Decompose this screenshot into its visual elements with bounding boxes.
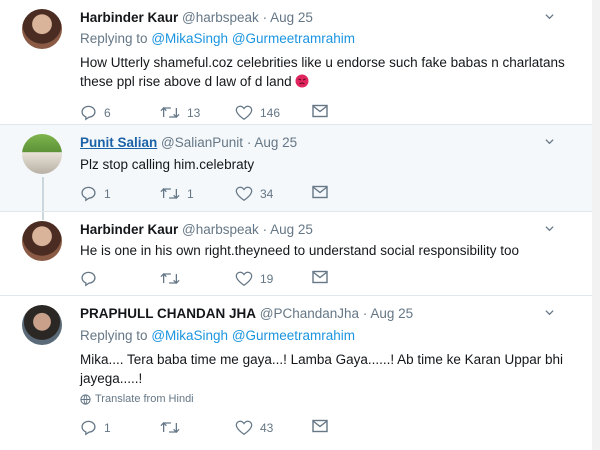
- tweet-text: He is one in his own right.theyneed to u…: [80, 241, 580, 260]
- message-button[interactable]: [312, 270, 328, 284]
- tweet[interactable]: Harbinder Kaur @harbspeak · Aug 25 He is…: [0, 212, 592, 296]
- mention-link[interactable]: @MikaSingh: [151, 328, 228, 343]
- envelope-icon: [312, 104, 328, 118]
- tweet-text: Mika.... Tera baba time me gaya...! Lamb…: [80, 350, 580, 388]
- replying-to: Replying to @MikaSingh @Gurmeetramrahim: [80, 328, 355, 343]
- tweet-actions: 6 13 146: [80, 104, 340, 124]
- mention-link[interactable]: @MikaSingh: [151, 31, 228, 46]
- retweet-icon: [160, 422, 180, 433]
- chevron-down-icon[interactable]: [545, 308, 554, 317]
- tweet-actions: 1 1 34: [80, 185, 340, 205]
- chevron-down-icon[interactable]: [545, 224, 554, 233]
- thread-line: [42, 177, 44, 211]
- message-button[interactable]: [312, 104, 328, 118]
- translate-label[interactable]: Translate from Hindi: [95, 393, 194, 405]
- author-handle[interactable]: @PChandanJha: [260, 306, 359, 321]
- translate-link[interactable]: Translate from Hindi: [80, 393, 194, 405]
- author-handle[interactable]: @harbspeak: [182, 222, 259, 237]
- reply-button[interactable]: 6: [80, 104, 111, 121]
- retweet-button[interactable]: 1: [160, 185, 194, 202]
- like-count: 34: [260, 186, 274, 201]
- tweet-text: How Utterly shameful.coz celebrities lik…: [80, 53, 580, 91]
- retweet-button[interactable]: [160, 419, 187, 436]
- retweet-button[interactable]: [160, 270, 187, 287]
- tweet-header: Punit Salian @SalianPunit · Aug 25: [80, 135, 297, 150]
- reply-icon: [81, 186, 96, 202]
- tweet-date[interactable]: · Aug 25: [363, 306, 413, 321]
- tweet-date[interactable]: · Aug 25: [247, 135, 297, 150]
- tweet-text-line: Plz stop calling him.celebraty: [80, 157, 255, 172]
- mention-link[interactable]: @Gurmeetramrahim: [232, 328, 355, 343]
- chevron-down-icon[interactable]: [545, 137, 554, 146]
- heart-icon: [235, 105, 253, 121]
- author-handle[interactable]: @SalianPunit: [161, 135, 243, 150]
- tweet-text-line: these ppl rise above d law of d land: [80, 72, 580, 91]
- envelope-icon: [312, 270, 328, 284]
- avatar[interactable]: [22, 134, 62, 174]
- like-button[interactable]: 43: [235, 419, 273, 436]
- reply-button[interactable]: [80, 270, 104, 287]
- author-name[interactable]: Harbinder Kaur: [80, 222, 178, 237]
- retweet-count: 13: [187, 105, 201, 120]
- angry-face-icon: [295, 74, 309, 88]
- retweet-icon: [160, 273, 180, 284]
- tweet-actions: 19: [80, 270, 340, 290]
- replying-to: Replying to @MikaSingh @Gurmeetramrahim: [80, 31, 355, 46]
- message-button[interactable]: [312, 419, 328, 433]
- tweet[interactable]: PRAPHULL CHANDAN JHA @PChandanJha · Aug …: [0, 296, 592, 450]
- reply-count: 1: [104, 420, 111, 435]
- retweet-button[interactable]: 13: [160, 104, 200, 121]
- tweet-text: Plz stop calling him.celebraty: [80, 155, 580, 174]
- author-handle[interactable]: @harbspeak: [182, 10, 259, 25]
- chevron-down-icon[interactable]: [545, 12, 554, 21]
- like-count: 146: [260, 105, 281, 120]
- like-button[interactable]: 146: [235, 104, 280, 121]
- thread-line: [42, 212, 44, 220]
- reply-icon: [81, 271, 96, 287]
- tweet[interactable]: Harbinder Kaur @harbspeak · Aug 25 Reply…: [0, 0, 592, 125]
- tweet-text-line: Mika.... Tera baba time me gaya...! Lamb…: [80, 352, 563, 367]
- tweet-header: Harbinder Kaur @harbspeak · Aug 25: [80, 222, 313, 237]
- avatar[interactable]: [22, 221, 62, 261]
- envelope-icon: [312, 185, 328, 199]
- tweet-text-line: How Utterly shameful.coz celebrities lik…: [80, 55, 565, 70]
- like-button[interactable]: 19: [235, 270, 273, 287]
- replying-prefix: Replying to: [80, 31, 148, 46]
- author-name[interactable]: Punit Salian: [80, 135, 157, 150]
- avatar[interactable]: [22, 305, 62, 345]
- heart-icon: [235, 420, 253, 436]
- like-count: 43: [260, 420, 274, 435]
- like-button[interactable]: 34: [235, 185, 273, 202]
- retweet-count: 1: [187, 186, 194, 201]
- tweet[interactable]: Punit Salian @SalianPunit · Aug 25 Plz s…: [0, 125, 592, 211]
- mention-link[interactable]: @Gurmeetramrahim: [232, 31, 355, 46]
- tweet-actions: 1 43: [80, 419, 340, 439]
- tweet-date[interactable]: · Aug 25: [263, 222, 313, 237]
- tweet-date[interactable]: · Aug 25: [263, 10, 313, 25]
- message-button[interactable]: [312, 185, 328, 199]
- heart-icon: [235, 271, 253, 287]
- replying-prefix: Replying to: [80, 328, 148, 343]
- author-name[interactable]: Harbinder Kaur: [80, 10, 178, 25]
- retweet-icon: [160, 188, 180, 199]
- reply-icon: [81, 420, 96, 436]
- avatar[interactable]: [22, 9, 62, 49]
- envelope-icon: [312, 419, 328, 433]
- globe-icon: [80, 393, 91, 405]
- retweet-icon: [160, 107, 180, 118]
- reply-button[interactable]: 1: [80, 419, 111, 436]
- reply-count: 1: [104, 186, 111, 201]
- reply-button[interactable]: 1: [80, 185, 111, 202]
- scroll-edge: [592, 0, 600, 450]
- tweet-text-line: He is one in his own right.theyneed to u…: [80, 243, 520, 258]
- tweet-text-line: jayega.....!: [80, 371, 143, 386]
- tweet-header: PRAPHULL CHANDAN JHA @PChandanJha · Aug …: [80, 306, 413, 321]
- reply-count: 6: [104, 105, 111, 120]
- heart-icon: [235, 186, 253, 202]
- author-name[interactable]: PRAPHULL CHANDAN JHA: [80, 306, 256, 321]
- tweet-header: Harbinder Kaur @harbspeak · Aug 25: [80, 10, 313, 25]
- reply-icon: [81, 105, 96, 121]
- like-count: 19: [260, 271, 274, 286]
